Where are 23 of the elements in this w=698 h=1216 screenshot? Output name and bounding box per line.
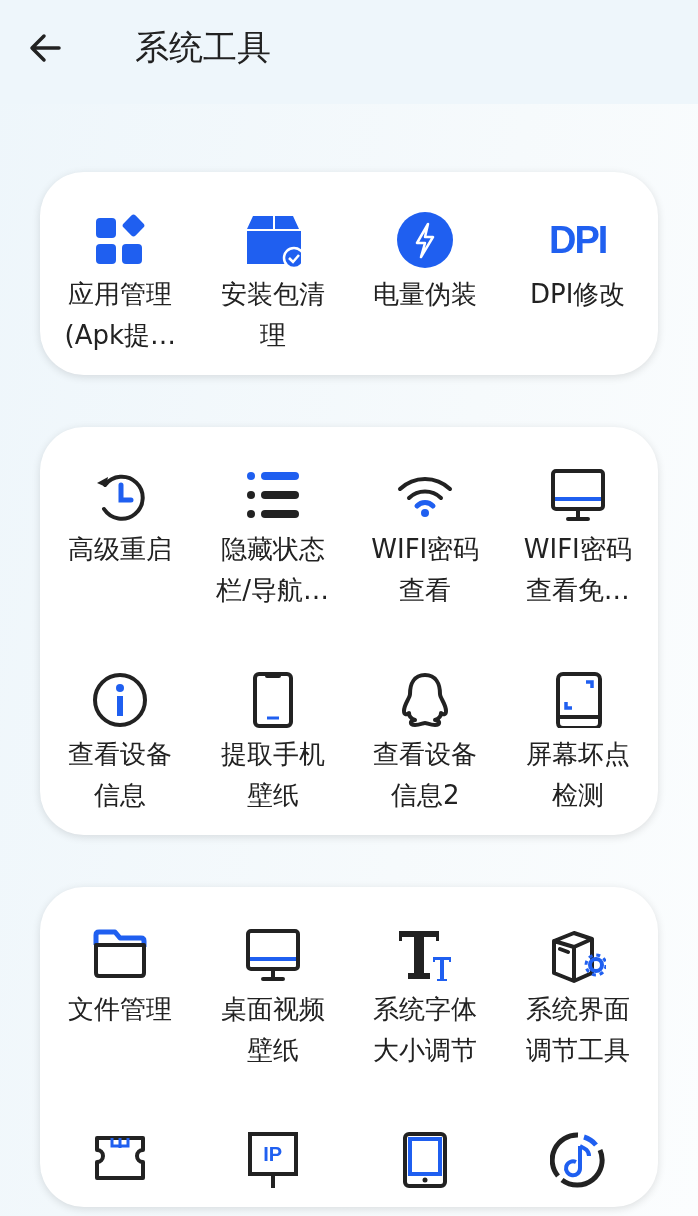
tool-label[interactable]: 隐藏状态栏/导航… bbox=[208, 529, 337, 611]
tool-label[interactable]: 系统字体大小调节 bbox=[361, 989, 490, 1071]
tool-label[interactable]: 电量伪装 bbox=[361, 274, 490, 315]
tool-label[interactable]: 安装包清理 bbox=[208, 274, 337, 356]
page-title: 系统工具 bbox=[135, 26, 271, 69]
tool-label[interactable]: 系统界面调节工具 bbox=[513, 989, 642, 1071]
music-icon[interactable] bbox=[549, 1132, 606, 1188]
dpi-icon[interactable]: DPI bbox=[549, 212, 607, 268]
lightning-icon[interactable] bbox=[397, 212, 454, 268]
info-icon[interactable] bbox=[92, 672, 149, 728]
tool-label[interactable]: 应用管理(Apk提… bbox=[56, 274, 185, 356]
tool-label[interactable]: 文件管理 bbox=[56, 989, 185, 1030]
tool-label[interactable]: 提取手机壁纸 bbox=[208, 734, 337, 816]
tool-label[interactable]: 桌面视频壁纸 bbox=[208, 989, 337, 1071]
tool-label[interactable]: 查看设备信息2 bbox=[361, 734, 490, 816]
monitor-icon[interactable] bbox=[244, 927, 301, 983]
tool-label[interactable]: WIFI密码查看免… bbox=[513, 529, 642, 611]
tool-label[interactable]: WIFI密码查看 bbox=[361, 529, 490, 611]
tool-label[interactable]: DPI修改 bbox=[513, 274, 642, 315]
tool-label[interactable]: 查看设备信息 bbox=[56, 734, 185, 816]
tool-label[interactable]: 高级重启 bbox=[56, 529, 185, 570]
monitor-icon[interactable] bbox=[549, 467, 606, 523]
tool-label[interactable]: 屏幕坏点检测 bbox=[513, 734, 642, 816]
